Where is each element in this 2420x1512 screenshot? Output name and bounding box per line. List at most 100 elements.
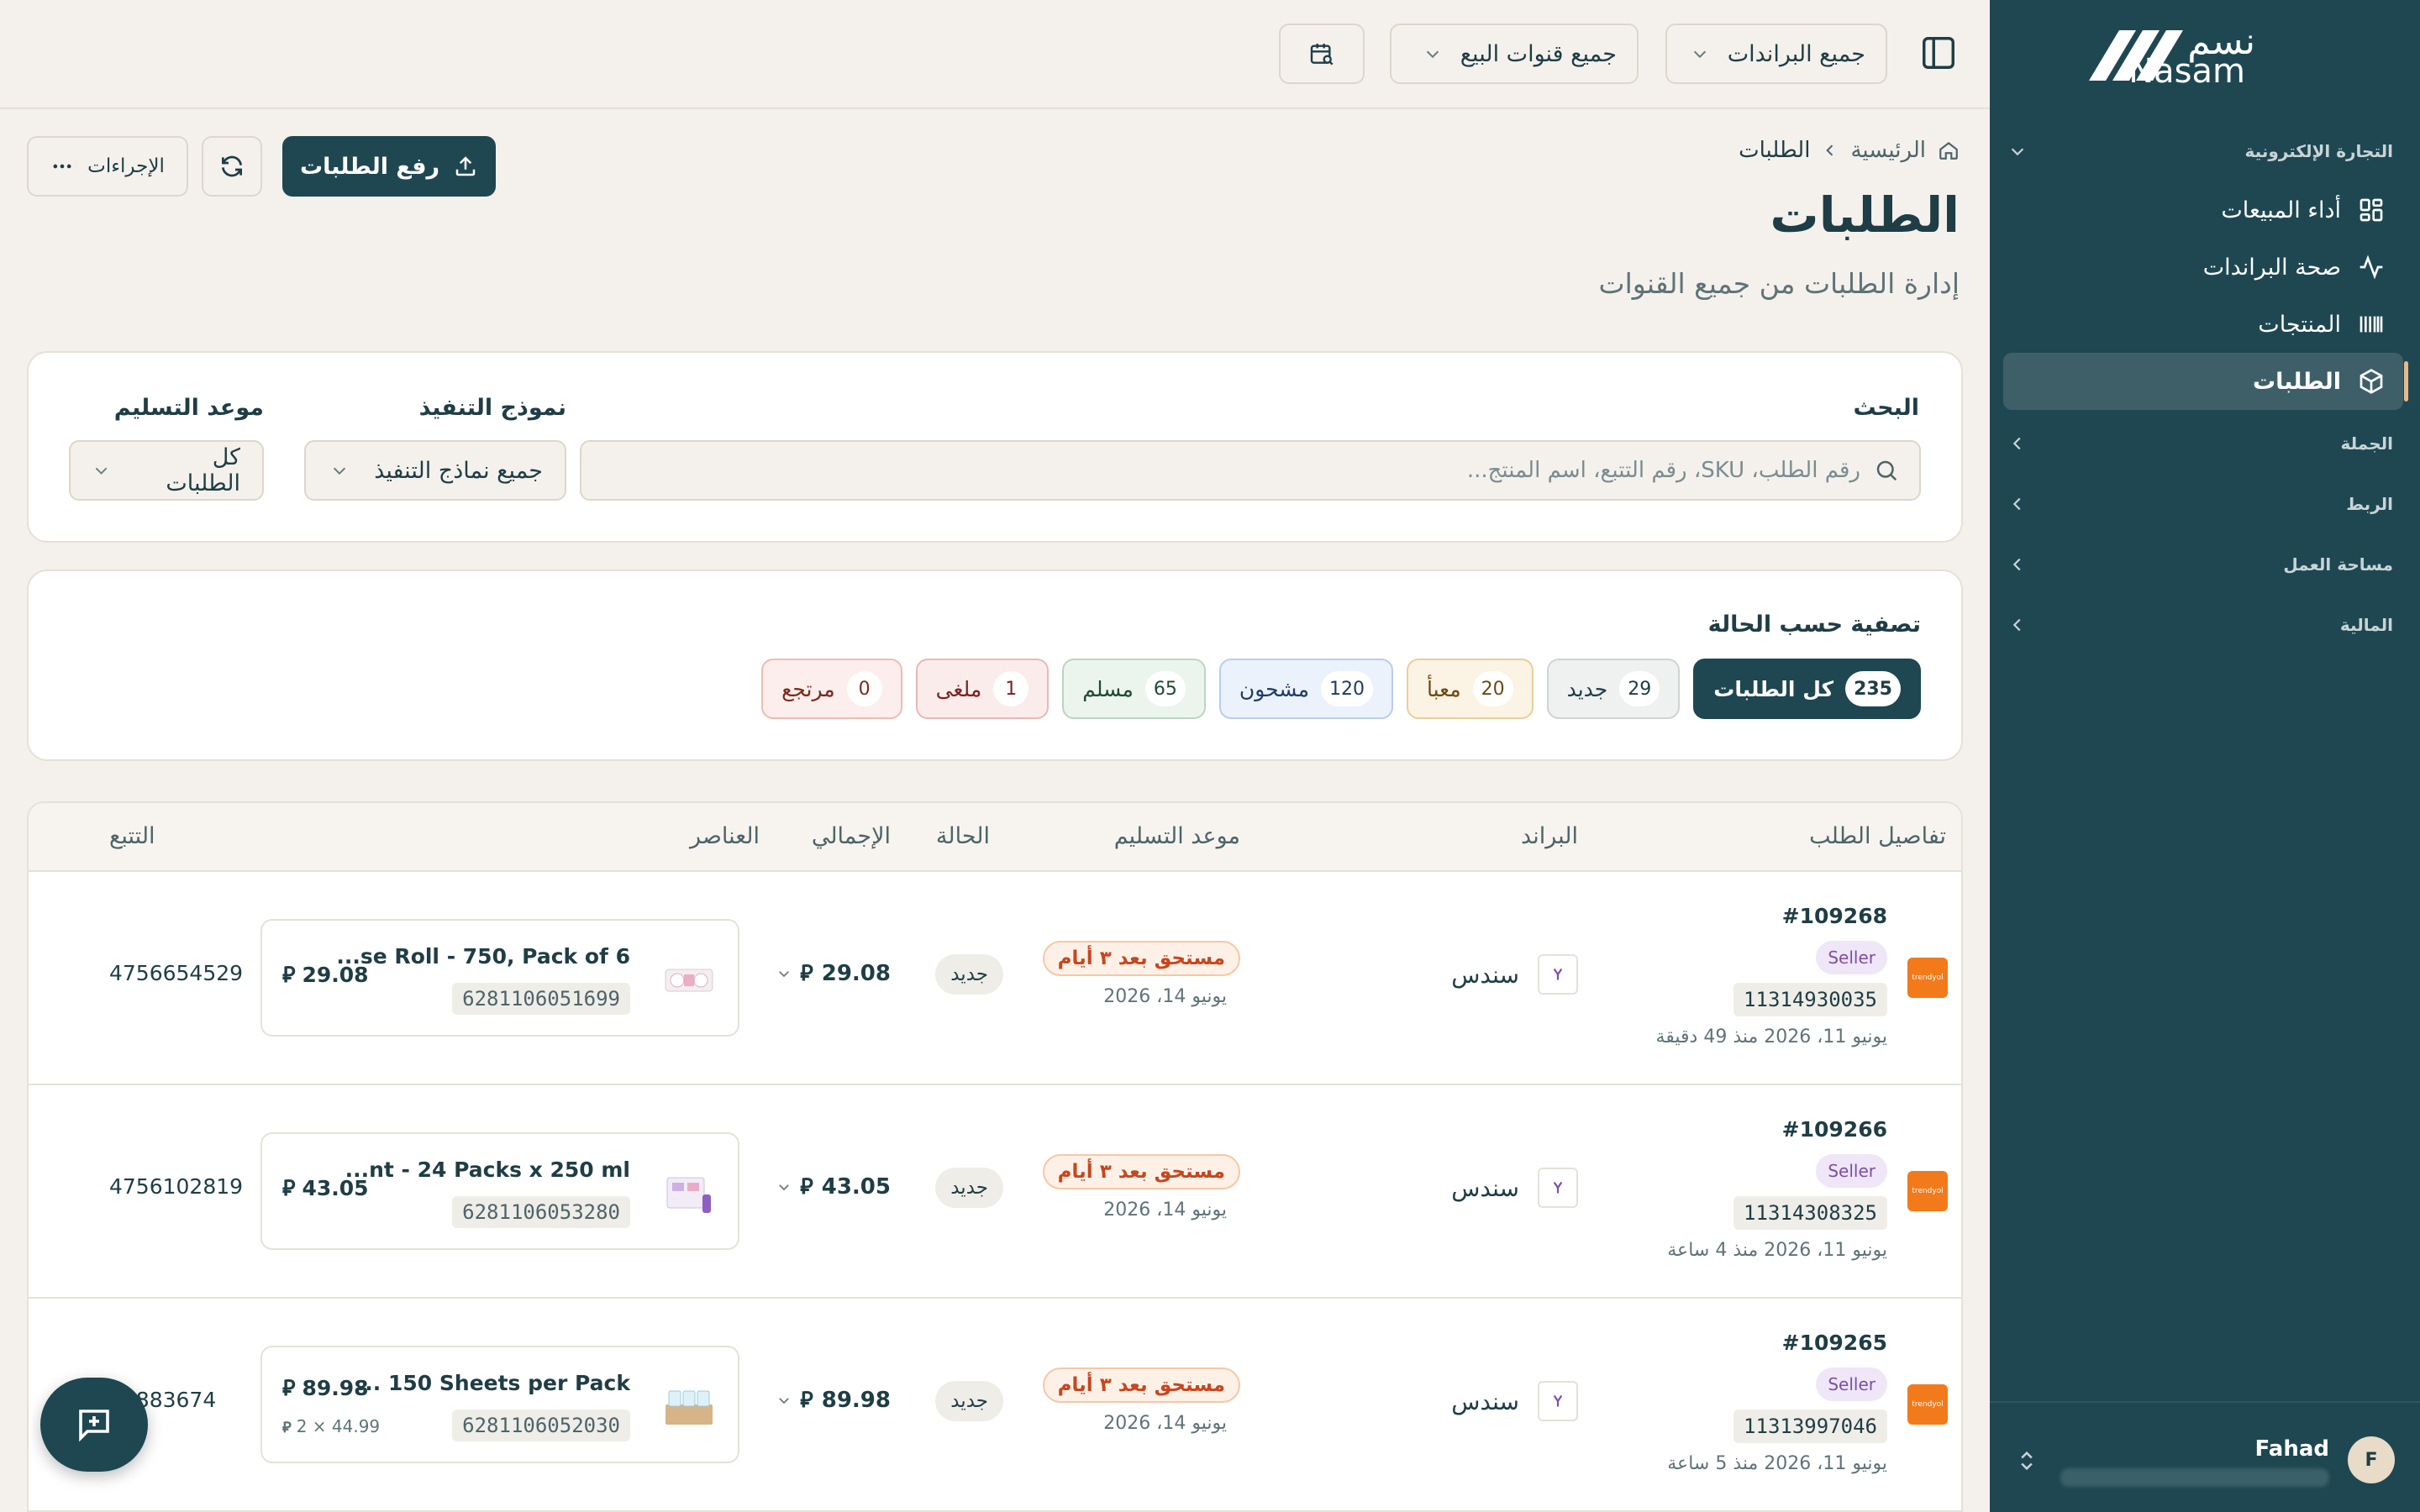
item-sku: 6281106052030 xyxy=(452,1410,630,1441)
riyal-icon: ⃁ xyxy=(282,1176,296,1201)
sidebar-item-sales-performance[interactable]: أداء المبيعات xyxy=(2003,181,2403,239)
brand-name: سندس xyxy=(1451,960,1519,989)
chevron-down-icon xyxy=(1693,50,1706,59)
order-date: يونيو 11، 2026 منذ 4 ساعة xyxy=(1667,1240,1887,1261)
status-chip-packed[interactable]: 20 معبأ xyxy=(1406,659,1534,719)
status-badge: جديد xyxy=(935,1381,1003,1421)
tracking-number[interactable]: 4756102819 xyxy=(109,1174,243,1199)
due-date: يونيو 14، 2026 xyxy=(1103,1200,1227,1221)
fulfillment-label: نموذج التنفيذ xyxy=(418,395,566,421)
chevron-down-icon xyxy=(334,467,346,475)
channels-select[interactable]: جميع قنوات البيع xyxy=(1390,24,1639,84)
order-number: 11313997046 xyxy=(1733,1410,1887,1443)
sidebar-toggle-icon[interactable] xyxy=(1919,34,1958,72)
sidebar-item-brand-health[interactable]: صحة البراندات xyxy=(2003,239,2403,296)
seller-badge: Seller xyxy=(1816,1368,1887,1401)
item-sku: 6281106051699 xyxy=(452,983,630,1015)
nav-section-ecommerce[interactable]: التجارة الإلكترونية xyxy=(2008,133,2393,170)
orders-table: تفاصيل الطلب البراند موعد التسليم الحالة… xyxy=(27,801,1963,1512)
calendar-search-icon xyxy=(1310,44,1334,66)
brands-select[interactable]: جميع البراندات xyxy=(1665,24,1887,84)
table-row[interactable]: trendyol #109266 Seller 11314308325 يوني… xyxy=(29,1085,1961,1299)
trendyol-store-icon: trendyol xyxy=(1907,958,1948,998)
sidebar-item-products[interactable]: المنتجات xyxy=(2003,296,2403,353)
status-chip-returned[interactable]: 0 مرتجع xyxy=(761,659,902,719)
status-chip-new[interactable]: 29 جديد xyxy=(1546,659,1681,719)
user-menu[interactable]: F Fahad xyxy=(1990,1401,2420,1512)
user-name: Fahad xyxy=(2254,1436,2329,1462)
nav-section-wholesale[interactable]: الجملة xyxy=(2008,425,2393,462)
activity-icon xyxy=(2360,255,2383,280)
actions-menu-button[interactable]: الإجراءات xyxy=(27,136,188,197)
brand-cell: سندس xyxy=(1451,1381,1578,1421)
status-chip-cancelled[interactable]: 1 ملغى xyxy=(915,659,1050,719)
item-card[interactable]: ...se Roll - 750, Pack of 6 628110605169… xyxy=(260,919,739,1037)
brand-cell: سندس xyxy=(1451,1168,1578,1208)
item-sku: 6281106053280 xyxy=(452,1196,630,1228)
status-chip-delivered[interactable]: 65 مسلم xyxy=(1062,659,1206,719)
column-header: العناصر xyxy=(690,823,760,849)
item-card[interactable]: ...nt - 24 Packs x 250 ml 6281106053280 … xyxy=(260,1132,739,1250)
column-header: الحالة xyxy=(935,823,990,849)
due-badge: مستحق بعد ٣ أيام xyxy=(1042,1368,1240,1403)
chat-fab-button[interactable] xyxy=(40,1378,148,1472)
order-total[interactable]: ⃁ 89.98 xyxy=(776,1386,891,1414)
date-range-button[interactable] xyxy=(1279,24,1365,84)
order-id[interactable]: #109266 xyxy=(1782,1117,1887,1142)
due-date: يونيو 14، 2026 xyxy=(1103,986,1227,1007)
order-id[interactable]: #109265 xyxy=(1782,1331,1887,1355)
brand-logo[interactable]: نسم Nasam xyxy=(2084,20,2319,91)
item-unit-price: ⃁ 2 × 44.99 xyxy=(282,1416,381,1436)
dashboard-icon xyxy=(2360,198,2383,222)
order-total[interactable]: ⃁ 43.05 xyxy=(776,1173,891,1200)
tissue-box-product-image xyxy=(666,1390,713,1425)
nav-section-integration[interactable]: الربط xyxy=(2008,486,2393,522)
column-header: تفاصيل الطلب xyxy=(1809,823,1946,849)
search-input[interactable]: رقم الطلب، SKU، رقم التتبع، اسم المنتج..… xyxy=(580,440,1921,501)
item-card[interactable]: ... 150 Sheets per Pack 6281106052030 ⃁ … xyxy=(260,1346,739,1463)
chevron-down-icon xyxy=(779,1184,790,1190)
nav-section-workspace[interactable]: مساحة العمل xyxy=(2008,546,2393,583)
riyal-icon: ⃁ xyxy=(800,1174,813,1200)
page-title: الطلبات xyxy=(1770,186,1960,244)
riyal-icon: ⃁ xyxy=(282,1418,292,1436)
sidebar-item-label: الطلبات xyxy=(2252,368,2341,395)
status-badge: جديد xyxy=(935,954,1003,995)
search-icon xyxy=(1876,460,1897,481)
table-header: تفاصيل الطلب البراند موعد التسليم الحالة… xyxy=(29,803,1961,872)
order-date: يونيو 11، 2026 منذ 49 دقيقة xyxy=(1655,1026,1887,1047)
status-badge: جديد xyxy=(935,1168,1003,1208)
item-name: ...se Roll - 750, Pack of 6 xyxy=(336,944,630,969)
package-icon xyxy=(2360,369,2383,394)
tissue-roll-product-image xyxy=(665,969,713,992)
column-header: البراند xyxy=(1521,823,1578,849)
sidebar-item-orders[interactable]: الطلبات xyxy=(2003,353,2408,410)
riyal-icon: ⃁ xyxy=(282,963,296,988)
order-id[interactable]: #109268 xyxy=(1782,904,1887,928)
nav-section-finance[interactable]: المالية xyxy=(2008,606,2393,643)
table-row[interactable]: trendyol #109265 Seller 11313997046 يوني… xyxy=(29,1299,1961,1510)
order-total[interactable]: ⃁ 29.08 xyxy=(776,959,891,987)
refresh-button[interactable] xyxy=(202,136,262,197)
seller-badge: Seller xyxy=(1816,1154,1887,1188)
message-plus-icon xyxy=(79,1410,109,1442)
status-chip-shipped[interactable]: 120 مشحون xyxy=(1218,659,1393,719)
sidebar-item-label: أداء المبيعات xyxy=(2221,197,2341,223)
search-placeholder: رقم الطلب، SKU، رقم التتبع، اسم المنتج..… xyxy=(1466,458,1860,483)
sidebar: نسم Nasam التجارة الإلكترونية أداء المبي… xyxy=(1990,0,2420,1512)
home-icon[interactable] xyxy=(1938,139,1960,161)
fulfillment-select[interactable]: جميع نماذج التنفيذ xyxy=(304,440,566,501)
brand-name: سندس xyxy=(1451,1387,1519,1415)
chevron-down-icon xyxy=(1426,50,1439,59)
table-row[interactable]: trendyol #109268 Seller 11314930035 يوني… xyxy=(29,872,1961,1085)
tracking-number[interactable]: 4756654529 xyxy=(109,961,243,985)
brand-name: سندس xyxy=(1451,1173,1519,1202)
logo-mark-icon xyxy=(2089,30,2183,81)
order-date: يونيو 11، 2026 منذ 5 ساعة xyxy=(1667,1453,1887,1474)
status-chip-all[interactable]: 235 كل الطلبات xyxy=(1693,659,1921,719)
column-header: موعد التسليم xyxy=(1113,823,1240,849)
delivery-select[interactable]: كل الطلبات xyxy=(69,440,264,501)
breadcrumb-home[interactable]: الرئيسية xyxy=(1850,138,1926,163)
upload-orders-button[interactable]: رفع الطلبات xyxy=(282,136,496,197)
chevron-down-icon xyxy=(95,467,108,475)
